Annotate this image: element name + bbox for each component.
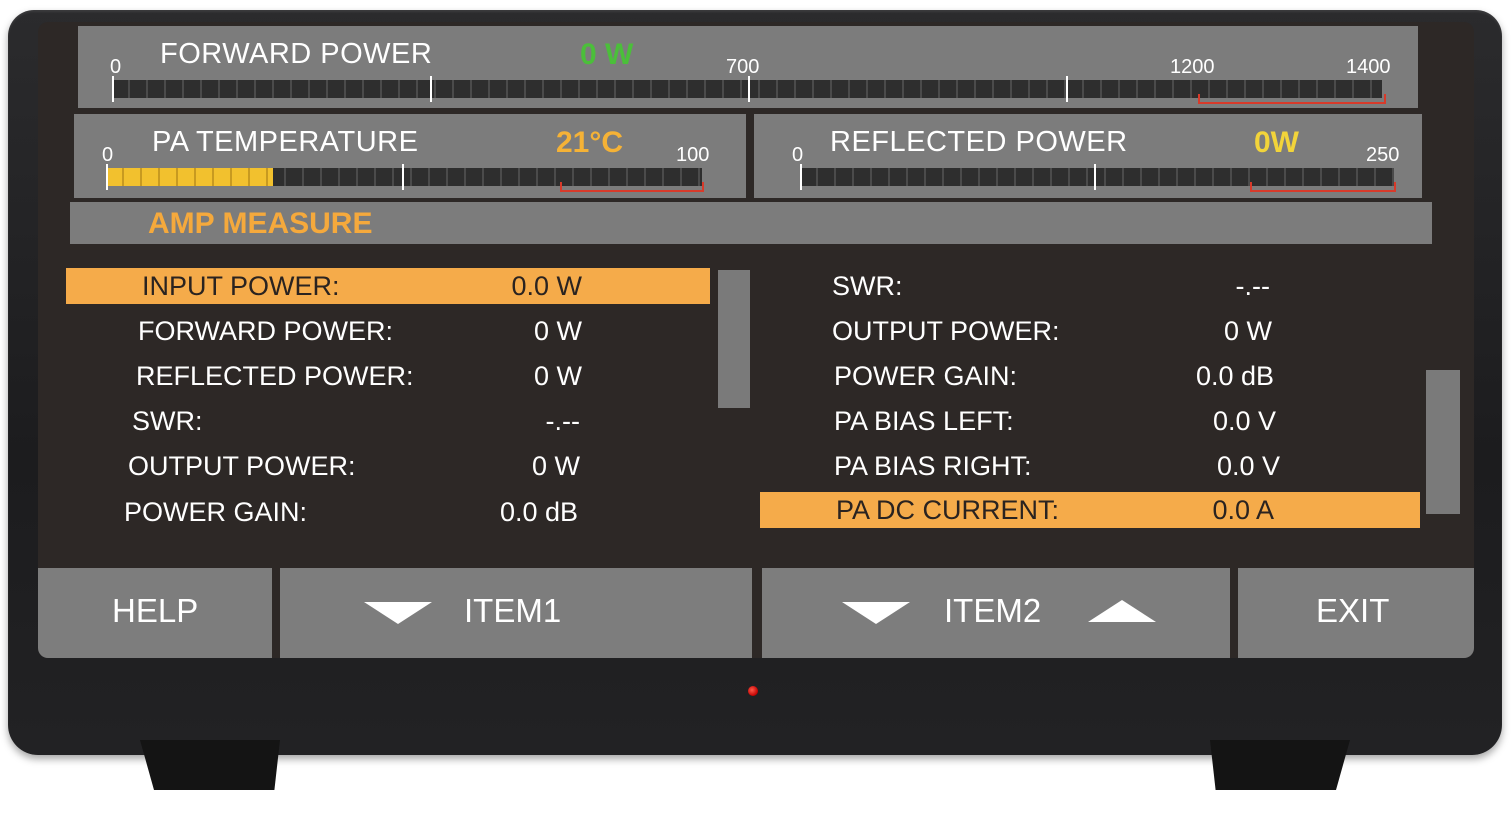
measure-value: 0.0 V — [1212, 406, 1276, 436]
reflected-power-gauge: 0 REFLECTED POWER 0W 250 — [754, 114, 1422, 198]
measure-value: -.-- — [1235, 271, 1270, 301]
item1-button[interactable]: ITEM1 — [280, 568, 752, 658]
measure-label: REFLECTED POWER: — [136, 361, 414, 391]
forward-power-title: FORWARD POWER — [160, 38, 433, 70]
measure-label: PA BIAS LEFT: — [834, 406, 1014, 436]
measure-label: OUTPUT POWER: — [128, 451, 356, 481]
exit-button[interactable]: EXIT — [1238, 568, 1474, 658]
help-button-label: HELP — [112, 592, 199, 629]
forward-power-value: 0 W — [580, 38, 634, 71]
status-led-icon — [748, 686, 758, 696]
measure-row-power-gain[interactable]: POWER GAIN: 0.0 dB — [66, 494, 710, 530]
measure-row-forward-power[interactable]: FORWARD POWER: 0 W — [66, 313, 710, 349]
measure-label: OUTPUT POWER: — [832, 316, 1060, 346]
measure-value: 0.0 V — [1216, 451, 1280, 481]
measure-value: 0 W — [533, 316, 582, 346]
measure-value: 0 W — [1223, 316, 1272, 346]
forward-power-bar — [112, 76, 1386, 104]
device-foot-left — [140, 740, 280, 790]
forward-power-marker-700 — [748, 76, 750, 102]
measure-label: POWER GAIN: — [124, 497, 308, 527]
chevron-up-icon — [1088, 600, 1156, 622]
measure-value: 0.0 dB — [499, 497, 578, 527]
pa-temperature-marker-50 — [402, 164, 404, 190]
measure-value: 0 W — [533, 361, 582, 391]
item2-button-label: ITEM2 — [944, 592, 1042, 629]
pa-temperature-value: 21°C — [556, 126, 624, 159]
reflected-power-bar — [800, 164, 1396, 192]
pa-temperature-bar — [106, 164, 704, 192]
section-title: AMP MEASURE — [148, 207, 373, 240]
reflected-power-value: 0W — [1254, 126, 1299, 159]
measure-row-power-gain-right[interactable]: POWER GAIN: 0.0 dB — [760, 358, 1420, 394]
help-button[interactable]: HELP — [38, 568, 272, 658]
measure-label: POWER GAIN: — [834, 361, 1018, 391]
reflected-power-redzone — [1250, 182, 1396, 192]
measure-label: INPUT POWER: — [142, 271, 340, 301]
measure-value: 0.0 A — [1212, 495, 1274, 525]
measure-row-pa-dc-current[interactable]: PA DC CURRENT: 0.0 A — [760, 492, 1420, 528]
measure-label: FORWARD POWER: — [138, 316, 393, 346]
forward-power-marker-350 — [430, 76, 432, 102]
measure-value: -.-- — [545, 406, 580, 436]
measure-row-pa-bias-right[interactable]: PA BIAS RIGHT: 0.0 V — [760, 448, 1420, 484]
measure-label: SWR: — [132, 406, 203, 436]
measure-value: 0.0 dB — [1195, 361, 1274, 391]
forward-power-tick-1200: 1200 — [1170, 56, 1215, 78]
forward-power-tick-1400: 1400 — [1346, 56, 1391, 78]
reflected-power-tick-250: 250 — [1366, 144, 1400, 166]
reflected-power-marker-0 — [800, 164, 802, 190]
measure-row-input-power[interactable]: INPUT POWER: 0.0 W — [66, 268, 710, 304]
measure-row-swr[interactable]: SWR: -.-- — [66, 403, 710, 439]
pa-temperature-title: PA TEMPERATURE — [152, 126, 419, 158]
measure-value: 0.0 W — [511, 271, 582, 301]
forward-power-tick-700: 700 — [726, 56, 760, 78]
chevron-down-icon — [364, 602, 432, 624]
device-foot-right — [1210, 740, 1350, 790]
exit-button-label: EXIT — [1316, 592, 1390, 629]
measure-row-output-power[interactable]: OUTPUT POWER: 0 W — [66, 448, 710, 484]
left-list-scrollbar[interactable] — [718, 270, 750, 408]
measure-row-pa-bias-left[interactable]: PA BIAS LEFT: 0.0 V — [760, 403, 1420, 439]
pa-temperature-marker-0 — [106, 164, 108, 190]
pa-temperature-gauge: 0 PA TEMPERATURE 21°C 100 — [74, 114, 746, 198]
measure-label: SWR: — [832, 271, 903, 301]
pa-temperature-tick-100: 100 — [676, 144, 710, 166]
reflected-power-marker-125 — [1094, 164, 1096, 190]
measure-row-reflected-power[interactable]: REFLECTED POWER: 0 W — [66, 358, 710, 394]
forward-power-redzone — [1198, 94, 1386, 104]
pa-temperature-redzone — [560, 182, 704, 192]
measure-value: 0 W — [531, 451, 580, 481]
section-header: AMP MEASURE — [70, 202, 1432, 244]
forward-power-marker-0 — [112, 76, 114, 102]
chevron-down-icon — [842, 602, 910, 624]
reflected-power-title: REFLECTED POWER — [830, 126, 1128, 158]
right-list-scrollbar[interactable] — [1426, 370, 1460, 514]
forward-power-gauge: 0 FORWARD POWER 0 W 700 1200 1400 — [78, 26, 1418, 108]
measure-row-swr-right[interactable]: SWR: -.-- — [760, 268, 1420, 304]
pa-temperature-bar-fill — [106, 168, 273, 186]
measure-row-output-power-right[interactable]: OUTPUT POWER: 0 W — [760, 313, 1420, 349]
measure-label: PA BIAS RIGHT: — [834, 451, 1032, 481]
item2-button[interactable]: ITEM2 — [762, 568, 1230, 658]
item1-button-label: ITEM1 — [464, 592, 562, 629]
forward-power-marker-1050 — [1066, 76, 1068, 102]
measure-label: PA DC CURRENT: — [836, 495, 1060, 525]
display-screen: 0 FORWARD POWER 0 W 700 1200 1400 0 PA T… — [38, 22, 1474, 658]
